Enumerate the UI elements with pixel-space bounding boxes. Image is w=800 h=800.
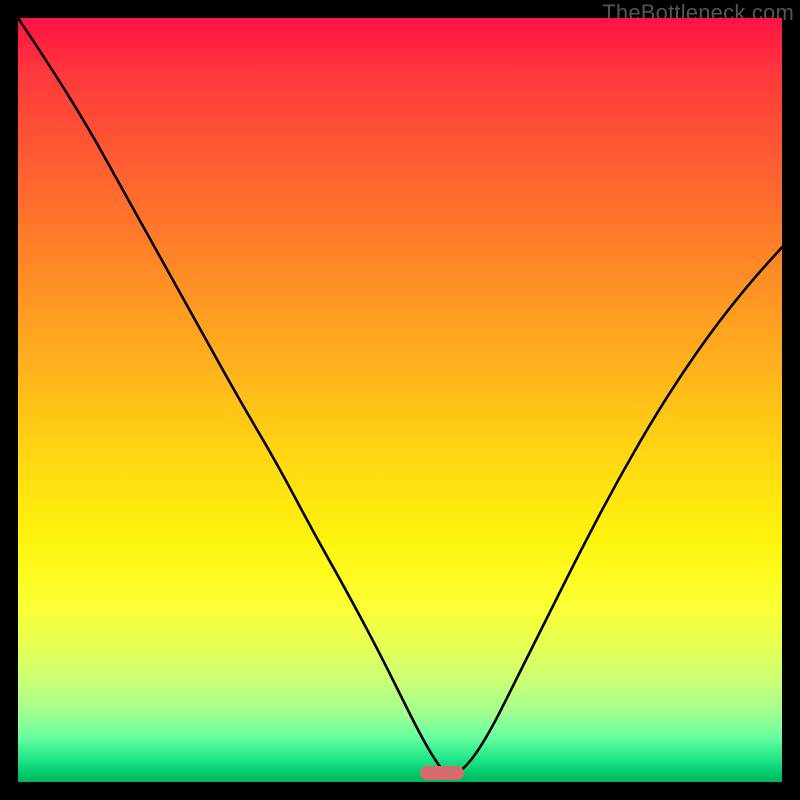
minimum-marker (420, 766, 464, 780)
chart-container: TheBottleneck.com (0, 0, 800, 800)
plot-area (18, 18, 782, 782)
bottleneck-curve (18, 18, 782, 782)
